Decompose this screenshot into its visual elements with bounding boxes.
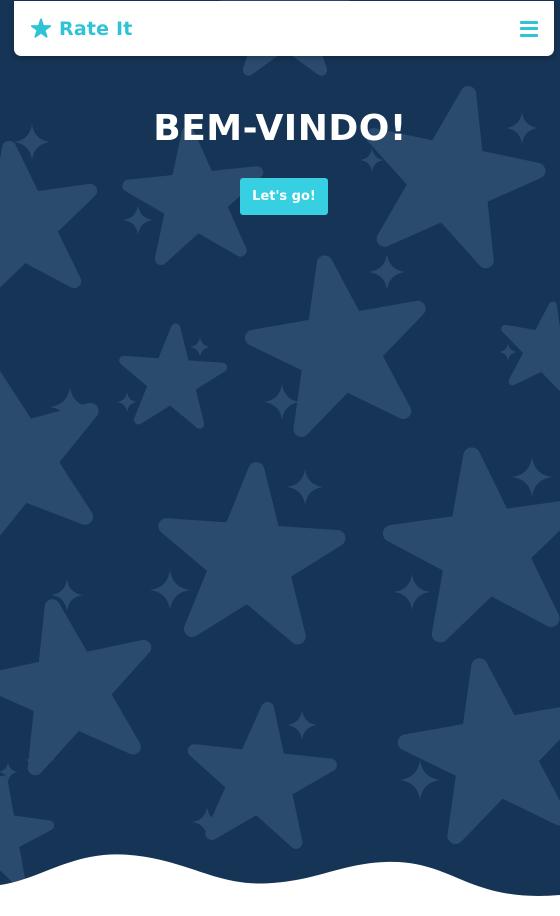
brand-name: Rate It	[59, 17, 133, 40]
star-icon	[30, 17, 52, 40]
hamburger-menu-icon[interactable]	[520, 20, 538, 37]
brand-link[interactable]: Rate It	[30, 18, 133, 40]
menu-bar	[520, 20, 538, 24]
lets-go-button[interactable]: Let's go!	[240, 178, 328, 215]
hero-title: BEM-VINDO!	[153, 108, 407, 149]
top-navbar: Rate It	[14, 1, 554, 56]
menu-bar	[520, 27, 538, 30]
wave-divider	[0, 854, 560, 916]
menu-bar	[520, 33, 538, 37]
